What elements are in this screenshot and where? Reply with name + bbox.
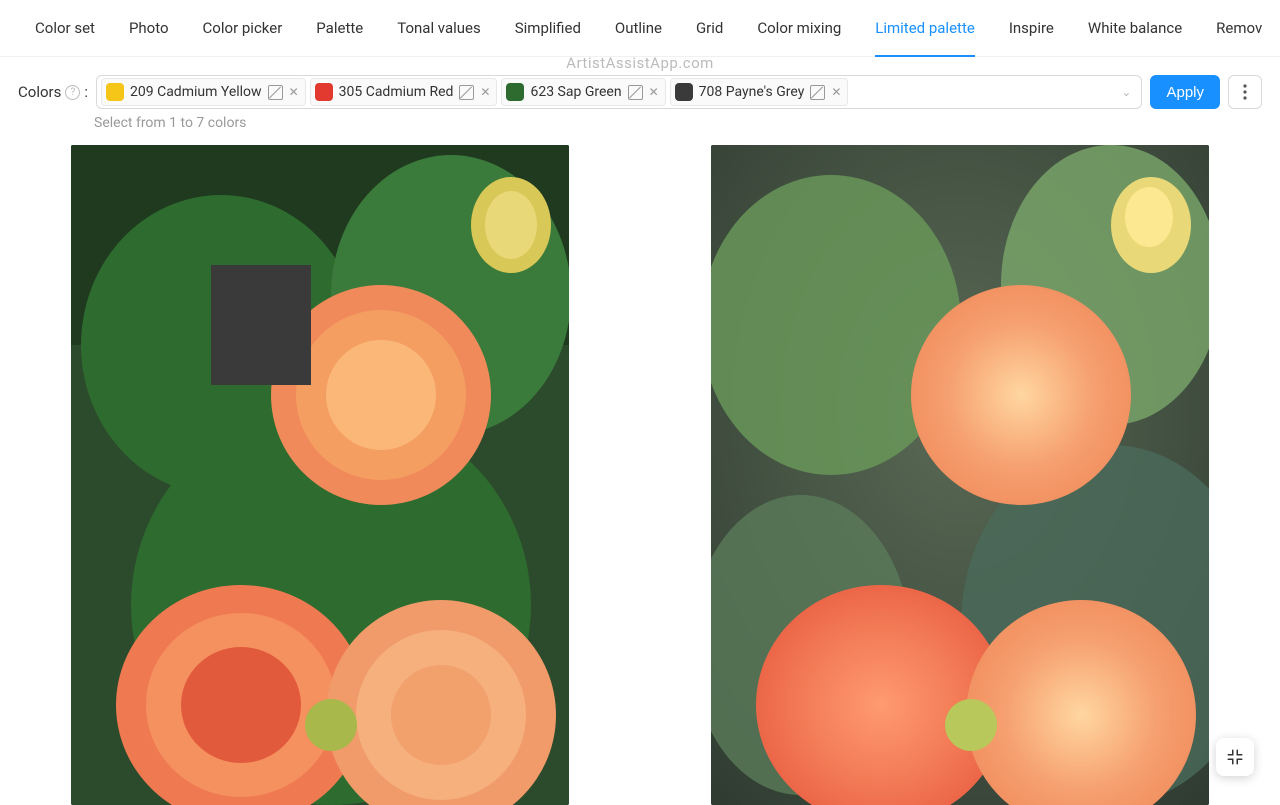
- tab-photo[interactable]: Photo: [112, 0, 186, 57]
- colors-control-row: Colors ? : 209 Cadmium Yellow ✕ 305 Cadm…: [0, 57, 1280, 113]
- tab-color-mixing[interactable]: Color mixing: [740, 0, 858, 57]
- tab-tonal-values[interactable]: Tonal values: [380, 0, 498, 57]
- tab-simplified[interactable]: Simplified: [498, 0, 598, 57]
- more-button[interactable]: [1228, 75, 1262, 109]
- edit-icon[interactable]: [268, 85, 283, 100]
- collapse-button[interactable]: [1216, 738, 1254, 776]
- edit-icon[interactable]: [810, 85, 825, 100]
- chevron-down-icon[interactable]: ⌄: [1121, 85, 1131, 99]
- color-tag: 708 Payne's Grey ✕: [670, 78, 849, 106]
- close-icon[interactable]: ✕: [649, 86, 659, 98]
- color-tag: 209 Cadmium Yellow ✕: [101, 78, 306, 106]
- color-swatch: [675, 83, 693, 101]
- close-icon[interactable]: ✕: [831, 86, 841, 98]
- colors-hint: Select from 1 to 7 colors: [0, 115, 1280, 131]
- tab-remove[interactable]: Remov: [1199, 0, 1279, 57]
- color-swatch: [106, 83, 124, 101]
- colors-select[interactable]: 209 Cadmium Yellow ✕ 305 Cadmium Red ✕ 6…: [96, 75, 1142, 109]
- tab-white-balance[interactable]: White balance: [1071, 0, 1199, 57]
- tab-palette[interactable]: Palette: [299, 0, 380, 57]
- apply-button[interactable]: Apply: [1150, 75, 1220, 109]
- colors-label: Colors ? :: [18, 83, 88, 101]
- color-swatch: [506, 83, 524, 101]
- tab-color-set[interactable]: Color set: [18, 0, 112, 57]
- edit-icon[interactable]: [628, 85, 643, 100]
- tab-inspire[interactable]: Inspire: [992, 0, 1071, 57]
- tab-outline[interactable]: Outline: [598, 0, 679, 57]
- color-tag-label: 708 Payne's Grey: [699, 84, 805, 100]
- color-tag: 305 Cadmium Red ✕: [310, 78, 498, 106]
- colors-label-text: Colors: [18, 83, 61, 101]
- tab-color-picker[interactable]: Color picker: [186, 0, 300, 57]
- colon: :: [84, 83, 88, 101]
- edit-icon[interactable]: [459, 85, 474, 100]
- collapse-icon: [1226, 748, 1244, 766]
- limited-palette-preview: [71, 145, 569, 805]
- tab-limited-palette[interactable]: Limited palette: [858, 0, 992, 57]
- color-tag-label: 209 Cadmium Yellow: [130, 84, 262, 100]
- close-icon[interactable]: ✕: [289, 86, 299, 98]
- image-comparison: [0, 131, 1280, 805]
- tab-grid[interactable]: Grid: [679, 0, 740, 57]
- help-icon[interactable]: ?: [65, 85, 80, 100]
- color-tag-label: 623 Sap Green: [530, 84, 621, 100]
- color-swatch: [315, 83, 333, 101]
- close-icon[interactable]: ✕: [480, 86, 490, 98]
- color-tag-label: 305 Cadmium Red: [339, 84, 454, 100]
- original-photo: [711, 145, 1209, 805]
- more-vertical-icon: [1243, 84, 1247, 100]
- color-tag: 623 Sap Green ✕: [501, 78, 665, 106]
- tabs-bar: Color set Photo Color picker Palette Ton…: [0, 0, 1280, 57]
